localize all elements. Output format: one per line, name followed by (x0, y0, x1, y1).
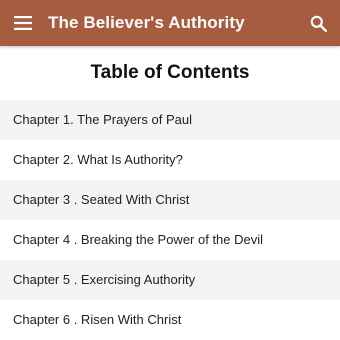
search-button[interactable] (296, 0, 340, 46)
toc-heading: Table of Contents (90, 62, 250, 83)
app-title: The Believer's Authority (48, 13, 245, 32)
chapter-item-3[interactable]: Chapter 3 . Seated With Christ (0, 180, 340, 220)
hamburger-menu-icon (14, 16, 32, 30)
chapter-item-2[interactable]: Chapter 2. What Is Authority? (0, 140, 340, 180)
chapter-list: Chapter 1. The Prayers of Paul Chapter 2… (0, 100, 340, 340)
chapter-item-5[interactable]: Chapter 5 . Exercising Authority (0, 260, 340, 300)
search-icon (310, 15, 327, 32)
chapter-item-1[interactable]: Chapter 1. The Prayers of Paul (0, 100, 340, 140)
chapter-item-4[interactable]: Chapter 4 . Breaking the Power of the De… (0, 220, 340, 260)
menu-button[interactable] (0, 0, 46, 46)
chapter-item-6[interactable]: Chapter 6 . Risen With Christ (0, 300, 340, 340)
app-bar: The Believer's Authority (0, 0, 340, 46)
